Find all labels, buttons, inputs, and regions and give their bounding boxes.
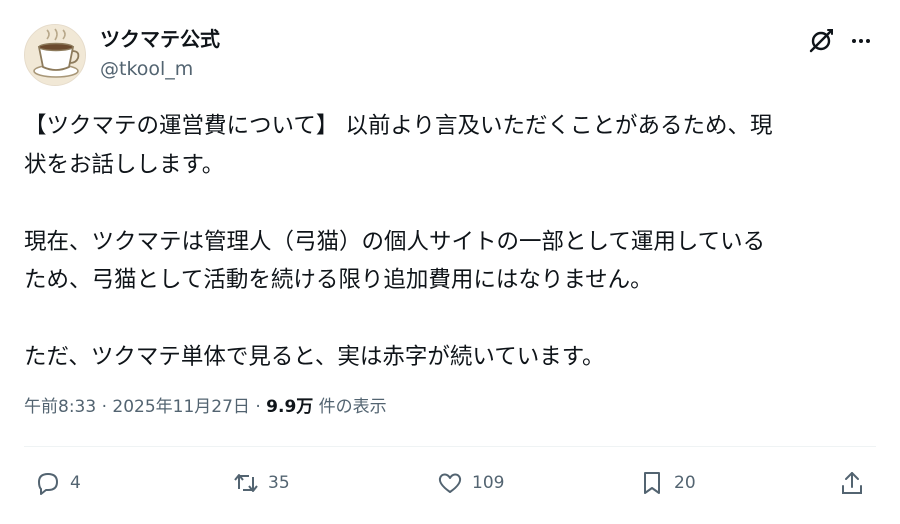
- more-options-button[interactable]: [846, 26, 876, 56]
- views-label: 件の表示: [313, 397, 387, 417]
- reply-icon: [38, 473, 58, 495]
- post-date[interactable]: 2025年11月27日: [112, 397, 250, 417]
- repost-button[interactable]: 35: [232, 465, 290, 501]
- bookmark-icon: [644, 472, 660, 494]
- post-line: ため、弓猫として活動を続ける限り追加費用にはなりません。: [24, 267, 653, 293]
- meta-separator: ·: [249, 397, 267, 417]
- avatar[interactable]: [24, 24, 86, 86]
- post-time[interactable]: 午前8:33: [24, 397, 96, 417]
- like-button[interactable]: 109: [436, 465, 504, 501]
- like-count: 109: [472, 473, 505, 493]
- more-icon: [852, 39, 870, 43]
- repost-count: 35: [268, 473, 290, 493]
- share-icon: [842, 472, 862, 494]
- repost-icon: [234, 474, 258, 492]
- post-line: 【ツクマテの運営費について】 以前より言及いただくことがあるため、現: [24, 113, 773, 139]
- share-button[interactable]: [838, 465, 866, 501]
- post-line: 状をお話しします。: [24, 151, 225, 178]
- divider: [24, 446, 876, 447]
- reply-count: 4: [70, 473, 81, 493]
- grok-button[interactable]: [806, 26, 836, 56]
- meta-separator: ·: [96, 397, 113, 417]
- post-meta: 午前8:33 · 2025年11月27日 · 9.9万 件の表示: [24, 394, 387, 420]
- display-name[interactable]: ツクマテ公式: [100, 25, 220, 53]
- heart-icon: [438, 473, 462, 493]
- coffee-cup-icon: [25, 25, 85, 85]
- post-line: ただ、ツクマテ単体で見ると、実は赤字が続いています。: [24, 344, 605, 370]
- bookmark-count: 20: [674, 473, 696, 493]
- bookmark-button[interactable]: 20: [638, 465, 696, 501]
- post-line: 現在、ツクマテは管理人（弓猫）の個人サイトの一部として運用している: [24, 228, 766, 255]
- grok-icon: [809, 29, 833, 53]
- post-line: [24, 300, 880, 339]
- handle[interactable]: @tkool_m: [100, 56, 193, 82]
- views-count: 9.9万: [266, 397, 314, 417]
- post-text: 【ツクマテの運営費について】 以前より言及いただくことがあるため、現 状をお話し…: [24, 107, 880, 377]
- reply-button[interactable]: 4: [34, 465, 81, 501]
- post-line: [24, 184, 880, 223]
